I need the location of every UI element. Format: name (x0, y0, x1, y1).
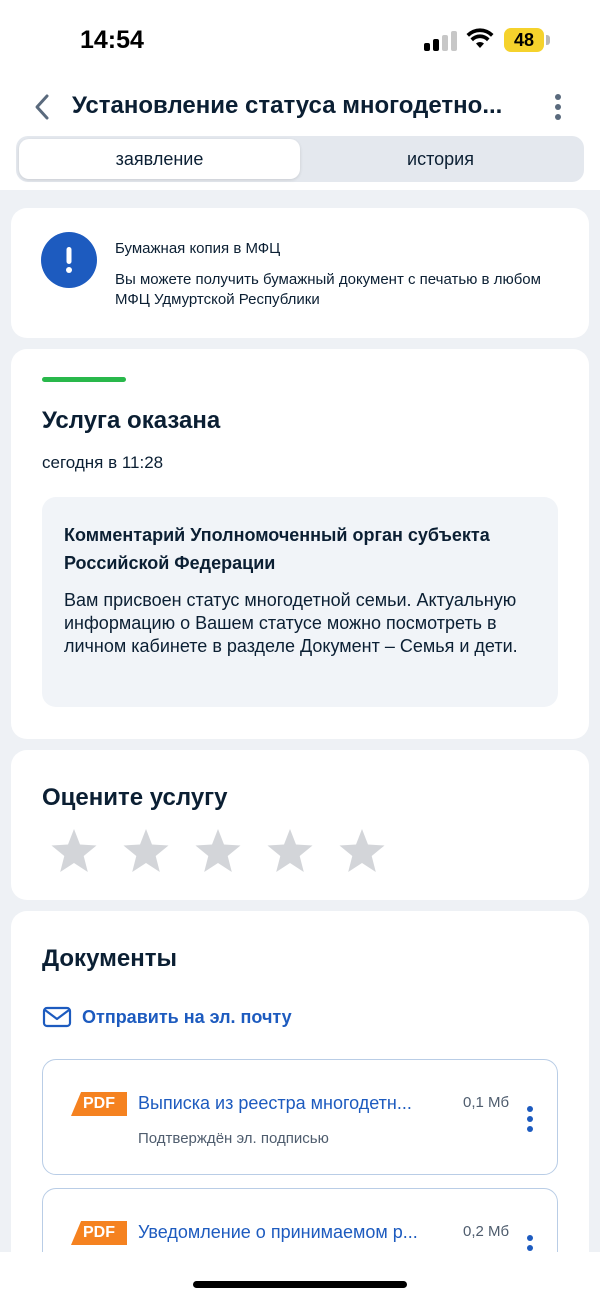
document-name[interactable]: Уведомление о принимаемом р... (138, 1222, 448, 1243)
paper-copy-info-card: Бумажная копия в МФЦ Вы можете получить … (11, 208, 589, 338)
star-icon-5[interactable] (337, 826, 387, 876)
page-title: Установление статуса многодетно... (72, 92, 503, 119)
star-icon-4[interactable] (265, 826, 315, 876)
rating-title: Оцените услугу (42, 784, 228, 811)
star-icon-2[interactable] (121, 826, 171, 876)
send-email-button[interactable]: Отправить на эл. почту (42, 1005, 292, 1029)
wifi-icon (466, 28, 494, 48)
status-date: сегодня в 11:28 (42, 453, 164, 472)
document-item[interactable]: PDF Выписка из реестра многодетн... 0,1 … (42, 1059, 558, 1175)
documents-title: Документы (42, 945, 177, 972)
tab-history[interactable]: история (300, 139, 581, 179)
more-vertical-icon[interactable] (525, 1104, 535, 1134)
segmented-tabs: заявление история (16, 136, 584, 182)
star-icon-1[interactable] (49, 826, 99, 876)
rating-card: Оцените услугу (11, 750, 589, 900)
comment-title: Комментарий Уполномоченный орган субъект… (64, 525, 490, 573)
app-header: Установление статуса многодетно... заявл… (0, 80, 600, 190)
cellular-signal-icon (424, 31, 458, 51)
star-icon-3[interactable] (193, 826, 243, 876)
chevron-left-icon[interactable] (30, 92, 54, 122)
exclamation-icon (41, 232, 97, 288)
status-progress-bar (42, 377, 126, 382)
pdf-badge: PDF (71, 1221, 127, 1245)
info-title: Бумажная копия в МФЦ (115, 240, 281, 257)
status-bar: 14:54 48 (0, 0, 600, 80)
document-name[interactable]: Выписка из реестра многодетн... (138, 1093, 448, 1114)
comment-text: Вам присвоен статус многодетной семьи. А… (64, 590, 518, 656)
mail-icon (42, 1006, 72, 1028)
comment-box: Комментарий Уполномоченный орган субъект… (42, 497, 558, 707)
home-indicator-area (0, 1252, 600, 1300)
service-status-card: Услуга оказана сегодня в 11:28 Комментар… (11, 349, 589, 739)
star-rating (49, 826, 387, 876)
info-text: Вы можете получить бумажный документ с п… (115, 271, 541, 308)
status-time: 14:54 (80, 26, 144, 54)
send-email-label: Отправить на эл. почту (82, 1006, 292, 1027)
documents-card: Документы Отправить на эл. почту PDF Вып… (11, 911, 589, 1300)
document-signature-note: Подтверждён эл. подписью (138, 1130, 329, 1147)
battery-tip (546, 35, 550, 45)
more-vertical-icon[interactable] (550, 92, 566, 122)
tab-application[interactable]: заявление (19, 139, 300, 179)
document-size: 0,1 Мб (463, 1094, 510, 1111)
pdf-badge: PDF (71, 1092, 127, 1116)
document-size: 0,2 Мб (463, 1223, 510, 1240)
home-indicator[interactable] (193, 1281, 407, 1288)
status-title: Услуга оказана (42, 407, 221, 434)
battery-icon: 48 (504, 28, 544, 52)
